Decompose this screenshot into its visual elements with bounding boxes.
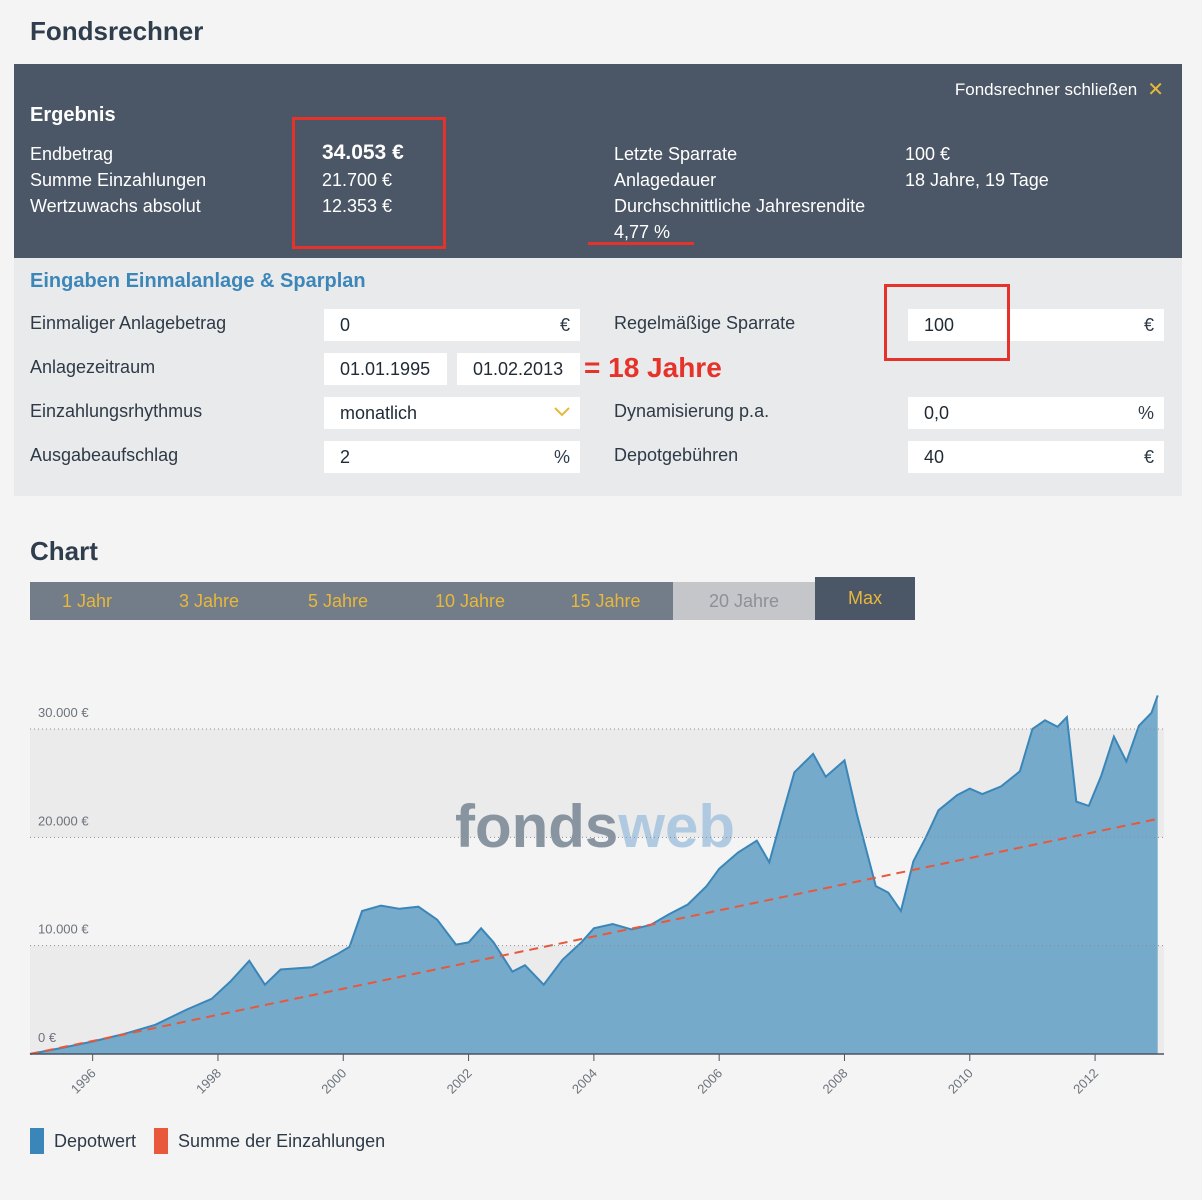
- anlagedauer-label: Anlagedauer: [614, 170, 717, 190]
- depot-chart: fondsweb 0 € 10.000 € 20.000 € 30.000 € 1996 1…: [29, 695, 1164, 1097]
- legend-label-depotwert: Depotwert: [54, 1130, 137, 1151]
- highlight-underline-rendite: [588, 242, 694, 245]
- einmal-label: Einmaliger Anlagebetrag: [30, 313, 227, 333]
- close-calculator-label[interactable]: Fondsrechner schließen: [955, 80, 1137, 100]
- page-title: Fondsrechner: [30, 16, 204, 46]
- x-tick-label: 1996: [68, 1066, 99, 1097]
- inputs-heading: Eingaben Einmalanlage & Sparplan: [30, 270, 366, 292]
- x-tick-label: 2012: [1070, 1066, 1101, 1097]
- x-tick-label: 2002: [444, 1066, 475, 1097]
- wertzuwachs-label: Wertzuwachs absolut: [30, 196, 201, 216]
- einmal-unit: €: [559, 314, 570, 335]
- dynamik-input[interactable]: 0,0 %: [908, 397, 1164, 429]
- chart-legend: Depotwert Summe der Einzahlungen: [30, 1128, 385, 1154]
- result-panel: Fondsrechner schließen ✕ Ergebnis Endbet…: [14, 64, 1182, 258]
- y-tick-label: 10.000 €: [38, 922, 89, 937]
- rhythmus-label: Einzahlungsrhythmus: [30, 401, 203, 421]
- tab-5-jahre[interactable]: 5 Jahre: [274, 582, 402, 620]
- endbetrag-label: Endbetrag: [30, 144, 114, 164]
- sparrate-unit: €: [1143, 314, 1154, 335]
- depot-value[interactable]: 40: [924, 447, 944, 468]
- close-calculator-link[interactable]: Fondsrechner schließen ✕: [955, 80, 1164, 100]
- aufschlag-unit: %: [553, 446, 570, 467]
- anlagedauer-value: 18 Jahre, 19 Tage: [905, 170, 1049, 190]
- x-tick-label: 2008: [820, 1066, 851, 1097]
- highlight-box-results: [292, 117, 446, 249]
- y-tick-label: 20.000 €: [38, 813, 89, 828]
- rhythmus-select[interactable]: monatlich: [324, 397, 580, 429]
- depot-label: Depotgebühren: [614, 445, 739, 465]
- close-icon[interactable]: ✕: [1147, 80, 1164, 100]
- einmal-input[interactable]: 0 €: [324, 309, 580, 341]
- aufschlag-label: Ausgabeaufschlag: [30, 445, 179, 465]
- tab-1-jahr[interactable]: 1 Jahr: [30, 582, 144, 620]
- y-tick-label: 30.000 €: [38, 705, 89, 720]
- y-tick-label: 0 €: [38, 1030, 57, 1045]
- dynamik-unit: %: [1137, 402, 1154, 423]
- chart-title: Chart: [30, 536, 98, 566]
- result-heading: Ergebnis: [30, 104, 116, 126]
- highlight-box-sparrate: [884, 284, 1010, 361]
- legend-swatch-depotwert: [30, 1128, 44, 1154]
- zeitraum-start-value[interactable]: 01.01.1995: [340, 359, 430, 380]
- tab-10-jahre[interactable]: 10 Jahre: [402, 582, 538, 620]
- einmal-value[interactable]: 0: [340, 315, 350, 336]
- depot-input[interactable]: 40 €: [908, 441, 1164, 473]
- timerange-tabs: 1 Jahr 3 Jahre 5 Jahre 10 Jahre 15 Jahre…: [30, 577, 915, 620]
- zeitraum-end-value[interactable]: 01.02.2013: [473, 359, 563, 380]
- x-tick-label: 2004: [569, 1066, 600, 1097]
- depot-unit: €: [1143, 446, 1154, 467]
- einzahlungen-label: Summe Einzahlungen: [30, 170, 207, 190]
- legend-item-depotwert[interactable]: Depotwert: [30, 1128, 136, 1154]
- x-tick-label: 2010: [945, 1066, 976, 1097]
- x-tick-label: 2006: [694, 1066, 725, 1097]
- sparrate-label: Regelmäßige Sparrate: [614, 313, 796, 333]
- legend-item-einzahlungen[interactable]: Summe der Einzahlungen: [154, 1128, 385, 1154]
- watermark-logo: fondsweb: [455, 793, 735, 860]
- annotation-18-jahre: = 18 Jahre: [584, 352, 722, 383]
- rendite-label: Durchschnittliche Jahresrendite: [614, 196, 866, 216]
- tab-15-jahre[interactable]: 15 Jahre: [538, 582, 673, 620]
- legend-label-einzahlungen: Summe der Einzahlungen: [178, 1130, 386, 1151]
- aufschlag-value[interactable]: 2: [340, 447, 350, 468]
- tab-20-jahre: 20 Jahre: [673, 582, 815, 620]
- chevron-down-icon[interactable]: [554, 404, 570, 422]
- aufschlag-input[interactable]: 2 %: [324, 441, 580, 473]
- zeitraum-label: Anlagezeitraum: [30, 357, 156, 377]
- dynamik-label: Dynamisierung p.a.: [614, 401, 770, 421]
- legend-swatch-einzahlungen: [154, 1128, 169, 1154]
- x-tick-label: 2000: [318, 1066, 349, 1097]
- rhythmus-value[interactable]: monatlich: [340, 403, 417, 424]
- dynamik-value[interactable]: 0,0: [924, 403, 949, 424]
- x-tick-label: 1998: [193, 1066, 224, 1097]
- letzte-sparrate-value: 100 €: [905, 144, 951, 164]
- tab-3-jahre[interactable]: 3 Jahre: [144, 582, 274, 620]
- tab-max[interactable]: Max: [815, 577, 915, 620]
- zeitraum-start-input[interactable]: 01.01.1995: [324, 353, 447, 385]
- zeitraum-end-input[interactable]: 01.02.2013: [457, 353, 580, 385]
- letzte-sparrate-label: Letzte Sparrate: [614, 144, 738, 164]
